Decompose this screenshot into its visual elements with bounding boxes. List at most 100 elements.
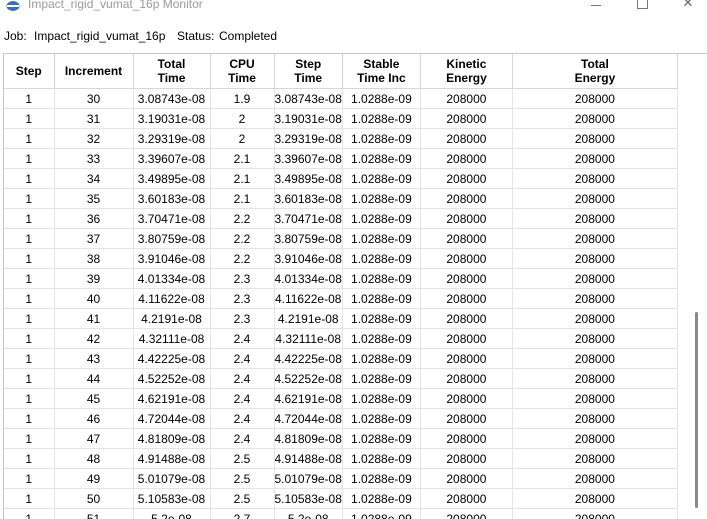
table-cell: 4.72044e-08 <box>133 409 210 429</box>
table-row[interactable]: 1505.10583e-082.55.10583e-081.0288e-0920… <box>4 489 677 509</box>
table-cell: 208000 <box>420 89 512 109</box>
table-cell: 208000 <box>420 469 512 489</box>
column-header[interactable]: TotalTime <box>133 54 210 89</box>
table-cell: 208000 <box>512 249 677 269</box>
table-cell: 2.4 <box>210 389 274 409</box>
table-cell: 2.3 <box>210 309 274 329</box>
table-row[interactable]: 1343.49895e-082.13.49895e-081.0288e-0920… <box>4 169 677 189</box>
column-header-line2: Energy <box>421 71 512 85</box>
table-cell: 2.4 <box>210 329 274 349</box>
table-cell: 4.72044e-08 <box>274 409 342 429</box>
table-row[interactable]: 1484.91488e-082.54.91488e-081.0288e-0920… <box>4 449 677 469</box>
status-value: Completed <box>219 29 277 43</box>
table-cell: 3.19031e-08 <box>133 109 210 129</box>
table-cell: 2 <box>210 129 274 149</box>
column-header[interactable]: StableTime Inc <box>342 54 420 89</box>
table-cell: 208000 <box>420 149 512 169</box>
table-row[interactable]: 1394.01334e-082.34.01334e-081.0288e-0920… <box>4 269 677 289</box>
column-header[interactable]: Increment <box>54 54 133 89</box>
table-row[interactable]: 1303.08743e-081.93.08743e-081.0288e-0920… <box>4 89 677 109</box>
column-header[interactable]: Step <box>4 54 54 89</box>
table-row[interactable]: 1323.29319e-0823.29319e-081.0288e-092080… <box>4 129 677 149</box>
table-cell: 1.0288e-09 <box>342 329 420 349</box>
table-row[interactable]: 1414.2191e-082.34.2191e-081.0288e-092080… <box>4 309 677 329</box>
maximize-button[interactable] <box>619 0 665 14</box>
table-cell: 2.5 <box>210 489 274 509</box>
table-cell: 1.0288e-09 <box>342 149 420 169</box>
table-cell: 208000 <box>512 509 677 519</box>
table-row[interactable]: 1313.19031e-0823.19031e-081.0288e-092080… <box>4 109 677 129</box>
table-cell: 2.2 <box>210 229 274 249</box>
table-cell: 49 <box>54 469 133 489</box>
table-cell: 2.5 <box>210 449 274 469</box>
table-row[interactable]: 1515.2e-082.75.2e-081.0288e-092080002080… <box>4 509 677 519</box>
table-cell: 1.0288e-09 <box>342 189 420 209</box>
table-cell: 39 <box>54 269 133 289</box>
window-title: Impact_rigid_vumat_16p Monitor <box>28 0 203 11</box>
table-row[interactable]: 1373.80759e-082.23.80759e-081.0288e-0920… <box>4 229 677 249</box>
scrollbar-thumb[interactable] <box>695 312 698 508</box>
table-row[interactable]: 1464.72044e-082.44.72044e-081.0288e-0920… <box>4 409 677 429</box>
column-header-line2: Time <box>211 71 274 85</box>
column-header[interactable]: StepTime <box>274 54 342 89</box>
table-row[interactable]: 1353.60183e-082.13.60183e-081.0288e-0920… <box>4 189 677 209</box>
table-cell: 4.32111e-08 <box>274 329 342 349</box>
table-cell: 208000 <box>420 249 512 269</box>
minimize-button[interactable] <box>573 0 619 14</box>
table-cell: 2.3 <box>210 269 274 289</box>
table-cell: 1.0288e-09 <box>342 429 420 449</box>
table-row[interactable]: 1444.52252e-082.44.52252e-081.0288e-0920… <box>4 369 677 389</box>
column-header[interactable]: KineticEnergy <box>420 54 512 89</box>
table-cell: 208000 <box>420 289 512 309</box>
table-row[interactable]: 1434.42225e-082.44.42225e-081.0288e-0920… <box>4 349 677 369</box>
table-cell: 208000 <box>420 229 512 249</box>
table-cell: 3.39607e-08 <box>274 149 342 169</box>
table-cell: 208000 <box>512 269 677 289</box>
table-cell: 1.0288e-09 <box>342 469 420 489</box>
column-header[interactable]: CPUTime <box>210 54 274 89</box>
table-cell: 1 <box>4 389 54 409</box>
table-cell: 51 <box>54 509 133 519</box>
table-cell: 1 <box>4 209 54 229</box>
table-cell: 208000 <box>420 489 512 509</box>
table-row[interactable]: 1383.91046e-082.23.91046e-081.0288e-0920… <box>4 249 677 269</box>
table-cell: 208000 <box>512 309 677 329</box>
table-cell: 208000 <box>420 369 512 389</box>
table-cell: 208000 <box>420 509 512 519</box>
table-row[interactable]: 1363.70471e-082.23.70471e-081.0288e-0920… <box>4 209 677 229</box>
table-cell: 1 <box>4 329 54 349</box>
table-cell: 36 <box>54 209 133 229</box>
table-row[interactable]: 1404.11622e-082.34.11622e-081.0288e-0920… <box>4 289 677 309</box>
table-cell: 3.29319e-08 <box>274 129 342 149</box>
monitor-table: StepIncrementTotalTimeCPUTimeStepTimeSta… <box>3 53 707 519</box>
column-header-line1: Increment <box>55 64 133 78</box>
table-cell: 3.60183e-08 <box>133 189 210 209</box>
table-row[interactable]: 1454.62191e-082.44.62191e-081.0288e-0920… <box>4 389 677 409</box>
table-cell: 5.2e-08 <box>274 509 342 519</box>
table-row[interactable]: 1424.32111e-082.44.32111e-081.0288e-0920… <box>4 329 677 349</box>
table-cell: 3.60183e-08 <box>274 189 342 209</box>
table-cell: 1.0288e-09 <box>342 509 420 519</box>
close-button[interactable]: ✕ <box>665 0 707 14</box>
table-cell: 1.0288e-09 <box>342 109 420 129</box>
table-cell: 5.01079e-08 <box>133 469 210 489</box>
table-cell: 208000 <box>512 129 677 149</box>
column-header[interactable]: TotalEnergy <box>512 54 677 89</box>
table-cell: 5.01079e-08 <box>274 469 342 489</box>
vertical-scrollbar[interactable] <box>690 54 707 518</box>
table-cell: 32 <box>54 129 133 149</box>
table-cell: 3.19031e-08 <box>274 109 342 129</box>
table-cell: 34 <box>54 169 133 189</box>
table-row[interactable]: 1474.81809e-082.44.81809e-081.0288e-0920… <box>4 429 677 449</box>
table-cell: 208000 <box>420 449 512 469</box>
column-header-line1: Total <box>513 57 677 71</box>
table-row[interactable]: 1333.39607e-082.13.39607e-081.0288e-0920… <box>4 149 677 169</box>
table-cell: 208000 <box>420 329 512 349</box>
table-cell: 3.80759e-08 <box>274 229 342 249</box>
table-cell: 1 <box>4 189 54 209</box>
column-header-line1: Total <box>134 57 210 71</box>
table-cell: 1.0288e-09 <box>342 389 420 409</box>
job-value: Impact_rigid_vumat_16p <box>34 29 165 43</box>
table-cell: 41 <box>54 309 133 329</box>
table-row[interactable]: 1495.01079e-082.55.01079e-081.0288e-0920… <box>4 469 677 489</box>
